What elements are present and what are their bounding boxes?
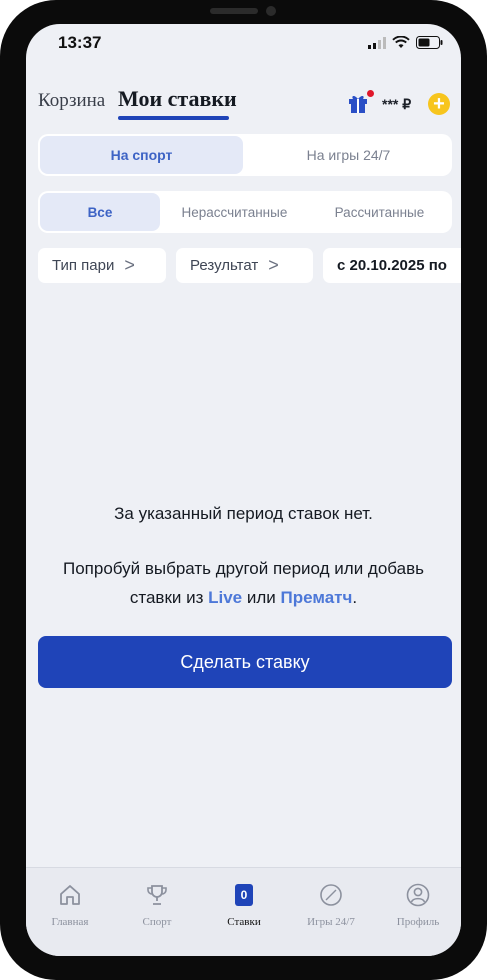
status-time: 13:37 bbox=[58, 33, 102, 52]
bet-category-switch: На спорт На игры 24/7 bbox=[38, 134, 452, 176]
segment-games-24-7[interactable]: На игры 24/7 bbox=[247, 136, 450, 174]
status-bar: 13:37 bbox=[26, 24, 461, 64]
gift-icon[interactable] bbox=[348, 92, 368, 114]
tab-bets-label: Ставки bbox=[227, 916, 261, 928]
trophy-icon bbox=[147, 885, 167, 905]
tab-sport-label: Спорт bbox=[142, 916, 172, 928]
front-camera bbox=[266, 6, 276, 16]
filter-date-range[interactable]: с 20.10.2025 по bbox=[323, 248, 461, 283]
segment-unsettled[interactable]: Нерассчитанные bbox=[164, 193, 305, 231]
filter-result-label: Результат bbox=[190, 257, 259, 274]
volume-up-button bbox=[0, 220, 2, 292]
home-icon bbox=[60, 885, 80, 905]
tab-home[interactable]: Главная bbox=[30, 880, 110, 928]
games-24-7-icon bbox=[320, 884, 342, 906]
hint-period: . bbox=[352, 588, 358, 607]
bottom-tab-bar: Главная Спорт 0 Ставки Игры 24/7 Профиль bbox=[26, 867, 461, 956]
filter-bet-type[interactable]: Тип пари > bbox=[38, 248, 166, 283]
mute-switch bbox=[0, 145, 2, 185]
live-link[interactable]: Live bbox=[208, 588, 242, 607]
empty-state-title: За указанный период ставок нет. bbox=[114, 504, 373, 523]
bet-status-switch: Все Нерассчитанные Рассчитанные bbox=[38, 191, 452, 233]
prematch-link[interactable]: Прематч bbox=[281, 588, 353, 607]
deposit-plus-button[interactable]: + bbox=[428, 93, 450, 115]
segment-all[interactable]: Все bbox=[40, 193, 160, 231]
bets-counter-icon: 0 bbox=[235, 884, 253, 906]
tab-home-label: Главная bbox=[51, 916, 89, 928]
phone-frame: 13:37 Корзина Мои ставки *** ₽ + На спор… bbox=[0, 0, 487, 980]
wifi-icon bbox=[392, 36, 410, 48]
filter-date-label: с 20.10.2025 по bbox=[337, 257, 447, 274]
balance-value[interactable]: *** ₽ bbox=[382, 96, 411, 113]
chevron-right-icon: > bbox=[124, 255, 135, 275]
segment-sport[interactable]: На спорт bbox=[40, 136, 243, 174]
active-tab-indicator bbox=[118, 116, 229, 120]
profile-icon bbox=[406, 883, 430, 907]
tab-sport[interactable]: Спорт bbox=[117, 880, 197, 928]
segment-settled[interactable]: Рассчитанные bbox=[309, 193, 450, 231]
hint-or: или bbox=[246, 588, 276, 607]
filter-bet-type-label: Тип пари bbox=[52, 257, 115, 274]
app-screen: 13:37 Корзина Мои ставки *** ₽ + На спор… bbox=[26, 24, 461, 956]
chevron-right-icon: > bbox=[268, 255, 279, 275]
place-bet-button[interactable]: Сделать ставку bbox=[38, 636, 452, 688]
cellular-signal-icon bbox=[368, 36, 386, 49]
tab-my-bets[interactable]: Мои ставки bbox=[118, 86, 237, 112]
status-icons bbox=[368, 36, 443, 49]
filter-result[interactable]: Результат > bbox=[176, 248, 313, 283]
tab-games-label: Игры 24/7 bbox=[307, 916, 355, 928]
bets-header: Корзина Мои ставки *** ₽ + bbox=[26, 84, 461, 134]
tab-profile[interactable]: Профиль bbox=[378, 880, 458, 928]
empty-state-hint: Попробуй выбрать другой период или добав… bbox=[46, 554, 441, 612]
filter-chips: Тип пари > Результат > с 20.10.2025 по bbox=[38, 248, 461, 284]
volume-down-button bbox=[0, 318, 2, 390]
tab-games-24-7[interactable]: Игры 24/7 bbox=[291, 880, 371, 928]
tab-cart[interactable]: Корзина bbox=[38, 90, 105, 112]
tab-profile-label: Профиль bbox=[396, 916, 440, 928]
power-button bbox=[483, 250, 487, 360]
battery-icon bbox=[416, 36, 443, 49]
tab-bets[interactable]: 0 Ставки bbox=[204, 880, 284, 928]
hint-text: Попробуй выбрать другой период или добав… bbox=[63, 559, 424, 607]
speaker-grille bbox=[210, 8, 258, 14]
notification-dot bbox=[367, 90, 374, 97]
